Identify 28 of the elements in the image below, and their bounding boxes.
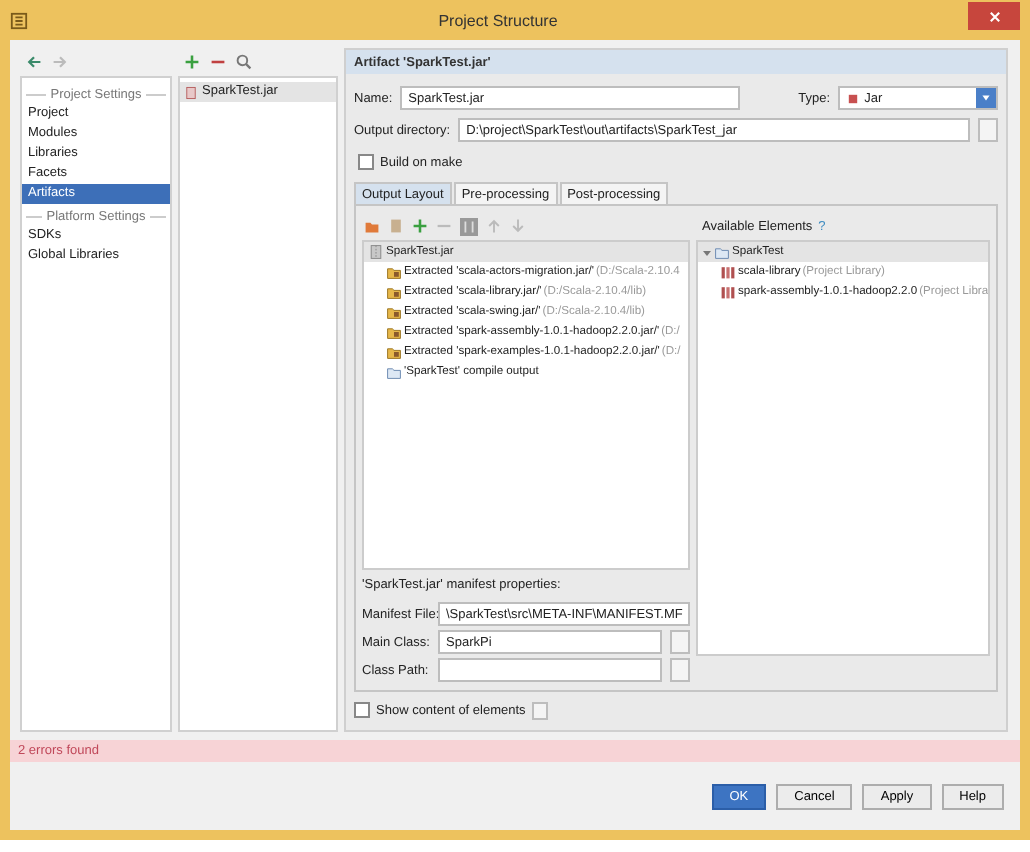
folder-icon: [714, 244, 730, 260]
browse-button[interactable]: [670, 630, 690, 654]
folder-icon: [386, 364, 402, 380]
up-arrow-icon: [486, 218, 502, 234]
options-button[interactable]: [531, 701, 548, 719]
folder-icon: [386, 264, 402, 280]
dropdown-arrow-icon: [980, 92, 993, 104]
browse-button[interactable]: [670, 658, 690, 682]
checkbox[interactable]: [354, 702, 370, 718]
add-icon: [412, 218, 428, 234]
search-icon: [236, 54, 252, 70]
folder-icon: [386, 344, 402, 360]
back-arrow-icon: [26, 54, 42, 70]
browse-button[interactable]: [978, 118, 999, 142]
class-path-field[interactable]: [438, 658, 662, 682]
close-button[interactable]: [968, 2, 1020, 30]
checkbox[interactable]: [358, 154, 374, 170]
app-icon: [10, 11, 28, 29]
window-title: Project Structure: [436, 11, 560, 29]
add-icon: [184, 54, 200, 70]
folder-icon: [386, 284, 402, 300]
folder-icon: [386, 324, 402, 340]
forward-arrow-icon: [52, 54, 68, 70]
folder-icon: [364, 218, 380, 234]
down-arrow-icon: [510, 218, 526, 234]
expand-toggle-icon[interactable]: [702, 247, 712, 257]
close-icon: [987, 9, 1001, 23]
folder-icon: [386, 304, 402, 320]
